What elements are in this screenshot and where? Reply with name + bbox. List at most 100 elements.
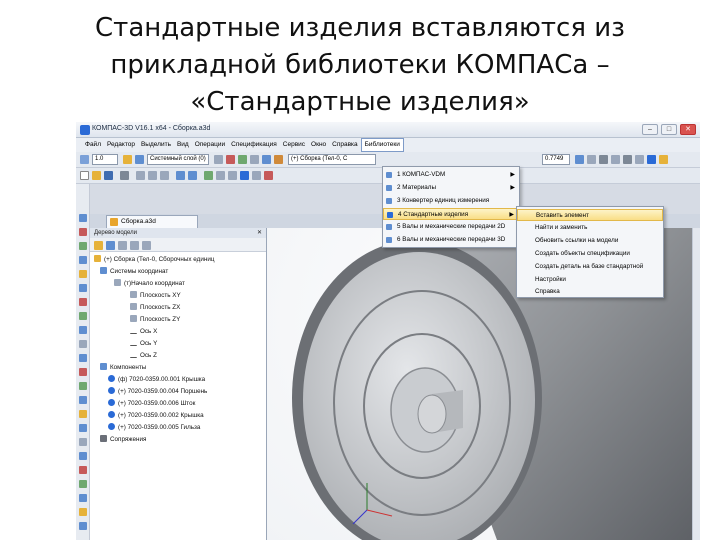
panel-icon[interactable] [79,424,87,432]
tree-view-icon[interactable] [130,241,139,250]
zoom-combo[interactable]: 0.7749 [542,154,570,165]
panel-icon[interactable] [79,242,87,250]
toolbar-icon[interactable] [274,155,283,164]
panel-icon[interactable] [79,284,87,292]
toolbar-icon[interactable] [123,155,132,164]
menu-item-find-replace[interactable]: Найти и заменить [517,222,663,234]
tree-item[interactable]: (+) 7020-0359.00.006 Шток [108,399,195,409]
panel-icon[interactable] [79,326,87,334]
menu-window[interactable]: Окно [308,139,329,151]
tree-root[interactable]: (+) Сборка (Тел-0, Сборочных единиц [94,255,214,265]
panel-icon[interactable] [79,396,87,404]
menu-item-update-links[interactable]: Обновить ссылки на модели [517,235,663,247]
toolbar-icon[interactable] [226,155,235,164]
panel-icon[interactable] [79,270,87,278]
panel-icon[interactable] [79,354,87,362]
menu-operations[interactable]: Операции [192,139,228,151]
toolbar-icon[interactable] [204,171,213,180]
tree-item[interactable]: Сопряжения [100,435,146,445]
paste-icon[interactable] [160,171,169,180]
panel-icon[interactable] [79,340,87,348]
toolbar-icon[interactable] [659,155,668,164]
tree-item[interactable]: Плоскость ZX [130,303,180,313]
open-folder-icon[interactable] [92,171,101,180]
tree-item[interactable]: (+) 7020-0359.00.005 Гильза [108,423,200,433]
toolbar-icon[interactable] [599,155,608,164]
tree-view-icon[interactable] [118,241,127,250]
scale-combo[interactable]: 1.0 [92,154,118,165]
toolbar-icon[interactable] [264,171,273,180]
toolbar-icon[interactable] [135,155,144,164]
panel-icon[interactable] [79,256,87,264]
toolbar-icon[interactable] [262,155,271,164]
tab-assembly[interactable]: Сборка.a3d [106,215,198,228]
save-icon[interactable] [104,171,113,180]
tree-item[interactable]: Компоненты [100,363,146,373]
help-icon[interactable] [240,171,249,180]
menu-item-settings[interactable]: Настройки [517,274,663,286]
tree-view-icon[interactable] [142,241,151,250]
panel-icon[interactable] [79,522,87,530]
menu-item-standard-parts[interactable]: 4 Стандартные изделия ▶ [383,208,519,220]
menu-item-help[interactable]: Справка [517,286,663,298]
tree-view-icon[interactable] [94,241,103,250]
menu-item-shafts-3d[interactable]: 6 Валы и механические передачи 3D [383,234,519,246]
panel-icon[interactable] [79,382,87,390]
tree-item[interactable]: (+) 7020-0359.00.002 Крышка [108,411,204,421]
menu-item-materials[interactable]: 2 Материалы ▶ [383,182,519,194]
viewport-scrollbar[interactable] [692,228,700,540]
panel-icon[interactable] [79,494,87,502]
cut-icon[interactable] [136,171,145,180]
redo-icon[interactable] [188,171,197,180]
panel-icon[interactable] [79,438,87,446]
close-button[interactable]: ✕ [680,124,696,135]
tree-item[interactable]: Системы координат [100,267,168,277]
tree-item[interactable]: (т)Начало координат [114,279,185,289]
toolbar-icon[interactable] [587,155,596,164]
menu-item-kompas-vdm[interactable]: 1 КОМПАС-VDM ▶ [383,169,519,181]
copy-icon[interactable] [148,171,157,180]
tree-item[interactable]: Ось Z [130,351,157,361]
close-icon[interactable]: ✕ [257,228,262,238]
menu-item-unit-converter[interactable]: 3 Конвертер единиц измерения [383,195,519,207]
toolbar-icon[interactable] [228,171,237,180]
tree-item[interactable]: Плоскость XY [130,291,181,301]
tree-view-icon[interactable] [106,241,115,250]
layer-combo[interactable]: Системный слой (0) [147,154,209,165]
print-icon[interactable] [120,171,129,180]
toolbar-icon[interactable] [238,155,247,164]
toolbar-icon[interactable] [250,155,259,164]
panel-icon[interactable] [79,214,87,222]
toolbar-icon[interactable] [611,155,620,164]
menu-libraries[interactable]: Библиотеки [360,138,404,152]
tree-item[interactable]: Ось Y [130,339,157,349]
new-file-icon[interactable] [80,171,89,180]
menu-select[interactable]: Выделить [138,139,174,151]
panel-icon[interactable] [79,312,87,320]
maximize-button[interactable]: □ [661,124,677,135]
panel-icon[interactable] [79,228,87,236]
rotate-icon[interactable] [575,155,584,164]
panel-icon[interactable] [79,452,87,460]
toolbar-icon[interactable] [635,155,644,164]
tree-item[interactable]: Ось X [130,327,157,337]
panel-icon[interactable] [79,508,87,516]
panel-icon[interactable] [79,466,87,474]
assembly-combo[interactable]: (+) Сборка (Тел-0, С [288,154,376,165]
panel-icon[interactable] [79,298,87,306]
menu-view[interactable]: Вид [174,139,192,151]
menu-item-shafts-2d[interactable]: 5 Валы и механические передачи 2D [383,221,519,233]
tree-item[interactable]: Плоскость ZY [130,315,180,325]
toolbar-icon[interactable] [216,171,225,180]
menu-item-create-part-from-standard[interactable]: Создать деталь на базе стандартной [517,261,663,273]
panel-icon[interactable] [79,480,87,488]
toolbar-icon[interactable] [80,155,89,164]
toolbar-icon[interactable] [623,155,632,164]
menu-service[interactable]: Сервис [280,139,308,151]
toolbar-icon[interactable] [252,171,261,180]
minimize-button[interactable]: – [642,124,658,135]
tree-item[interactable]: (ф) 7020-0359.00.001 Крышка [108,375,205,385]
toolbar-icon[interactable] [214,155,223,164]
panel-icon[interactable] [79,410,87,418]
menu-item-create-spec-objects[interactable]: Создать объекты спецификации [517,248,663,260]
